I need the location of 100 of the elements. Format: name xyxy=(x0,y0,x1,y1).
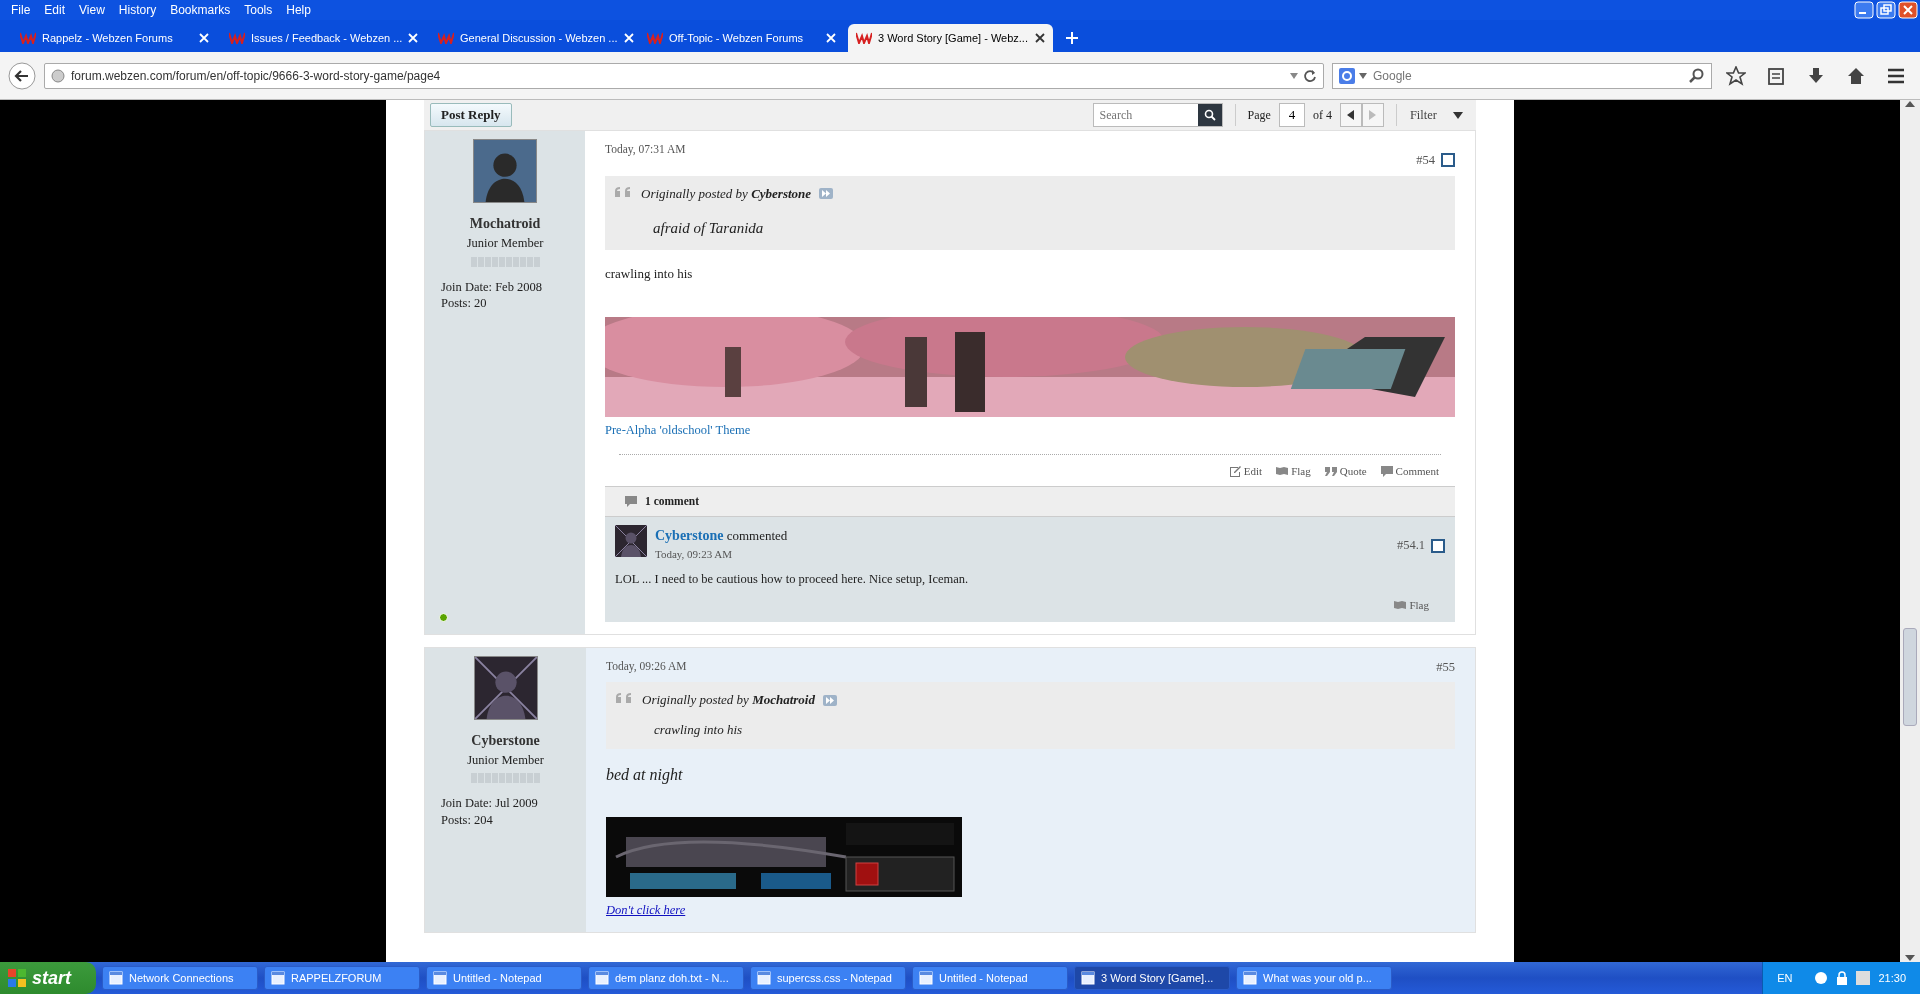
filter-button[interactable]: Filter xyxy=(1408,104,1464,126)
quote-link[interactable]: Quote xyxy=(1324,463,1367,480)
edit-icon xyxy=(1228,465,1241,478)
comment-link[interactable]: Comment xyxy=(1380,463,1439,480)
menu-item[interactable]: Tools xyxy=(237,1,280,19)
post-date: Today, 09:26 AM xyxy=(606,658,687,675)
dropdown-icon xyxy=(1289,71,1299,80)
forum-search-box[interactable]: Search xyxy=(1092,103,1223,127)
window-icon xyxy=(757,971,771,985)
page-number-field[interactable]: 4 xyxy=(1278,103,1305,127)
menu-item[interactable]: File xyxy=(4,1,38,19)
window-icon xyxy=(919,971,933,985)
quote-text: crawling into his xyxy=(654,720,744,739)
flag-icon xyxy=(1394,599,1407,612)
post-number[interactable]: #55 xyxy=(1436,657,1455,677)
comment-verb: commented xyxy=(726,527,788,543)
edit-link[interactable]: Edit xyxy=(1228,463,1263,480)
window-icon xyxy=(109,971,123,985)
search-icon xyxy=(1689,67,1705,84)
minimize-icon[interactable] xyxy=(1854,1,1874,19)
bookmark-star-icon[interactable] xyxy=(1726,65,1746,86)
comment-count: 1 comment xyxy=(645,493,699,509)
menu-item[interactable]: Bookmarks xyxy=(163,1,238,19)
address-field[interactable]: forum.webzen.com/forum/en/off-topic/9666-3-word-story-game/page4 xyxy=(69,65,1285,86)
signature-link[interactable]: Pre-Alpha 'oldschool' Theme xyxy=(605,421,751,440)
window-icon xyxy=(595,971,609,985)
taskbar-button[interactable]: Untitled - Notepad xyxy=(426,966,582,990)
join-date: Join Date: Feb 2008 xyxy=(441,278,544,295)
dropdown-icon xyxy=(1359,72,1367,79)
left-arrow-icon xyxy=(1347,110,1355,120)
previous-page-button[interactable] xyxy=(1339,103,1362,127)
home-icon[interactable] xyxy=(1846,65,1866,86)
author-name[interactable]: Cyberstone xyxy=(471,729,540,751)
right-arrow-icon xyxy=(1369,110,1377,120)
window-icon xyxy=(433,971,447,985)
comment-icon xyxy=(625,495,637,508)
post-reply-button[interactable]: Post Reply xyxy=(430,103,512,127)
flag-link[interactable]: Flag xyxy=(1276,463,1311,480)
close-icon[interactable] xyxy=(1035,33,1045,43)
quote-attribution: Originally posted by Cyberstone xyxy=(641,184,812,203)
flag-link[interactable]: Flag xyxy=(1394,597,1429,614)
post-text: crawling into his xyxy=(605,264,694,283)
comment-number[interactable]: #54.1 xyxy=(1396,536,1425,555)
w-logo-icon xyxy=(438,32,454,44)
taskbar-button[interactable]: supercss.css - Notepad xyxy=(750,966,906,990)
menu-item[interactable]: View xyxy=(72,1,112,19)
comment-text: LOL ... I need to be cautious how to proceed here. Nice setup, Iceman. xyxy=(615,571,970,589)
address-bar[interactable]: forum.webzen.com/forum/en/off-topic/9666-3-word-story-game/page4 xyxy=(44,62,1324,89)
menu-item[interactable]: History xyxy=(111,1,164,19)
search-icon[interactable] xyxy=(1203,109,1216,121)
quote-icon xyxy=(1324,465,1337,478)
taskbar-button[interactable]: RAPPELZFORUM xyxy=(264,966,420,990)
flag-icon xyxy=(1276,465,1289,478)
w-logo-icon xyxy=(856,32,872,44)
taskbar-button[interactable]: dem planz doh.txt - N... xyxy=(588,966,744,990)
comment-date: Today, 09:23 AM xyxy=(655,546,734,562)
w-logo-icon xyxy=(647,32,663,44)
browser-tab[interactable]: Rappelz - Webzen Forums xyxy=(12,24,217,52)
caret-icon xyxy=(1453,111,1463,119)
author-rank: Junior Member xyxy=(466,235,544,252)
window-icon xyxy=(1243,971,1257,985)
restore-icon[interactable] xyxy=(1876,1,1896,19)
taskbar-button[interactable]: Untitled - Notepad xyxy=(912,966,1068,990)
menu-item[interactable]: Help xyxy=(279,1,318,19)
windows-logo-icon xyxy=(8,969,26,987)
start-button[interactable]: start xyxy=(0,962,96,994)
join-date: Join Date: Jul 2009 xyxy=(441,795,539,812)
signature-link[interactable]: Don't click here xyxy=(606,901,686,920)
taskbar-button[interactable]: 3 Word Story [Game]... xyxy=(1074,966,1230,990)
post-number[interactable]: #54 xyxy=(1416,151,1435,170)
clipboard-icon[interactable] xyxy=(1766,65,1786,86)
clock: 21:30 xyxy=(1878,970,1906,986)
taskbar-button[interactable]: Network Connections xyxy=(102,966,258,990)
author-name[interactable]: Mochatroid xyxy=(469,213,541,234)
select-checkbox[interactable] xyxy=(1441,153,1455,168)
lock-icon[interactable] xyxy=(1836,971,1849,985)
browser-tab[interactable]: Issues / Feedback - Webzen ... xyxy=(221,24,426,52)
select-checkbox[interactable] xyxy=(1431,538,1445,553)
commenter-name[interactable]: Cyberstone xyxy=(655,527,724,543)
quote-text: afraid of Taranida xyxy=(653,219,765,239)
scrollbar-thumb[interactable] xyxy=(1903,628,1917,726)
post-count: Posts: 20 xyxy=(441,295,488,312)
browser-tab[interactable]: Off-Topic - Webzen Forums xyxy=(639,24,844,52)
window-icon xyxy=(271,971,285,985)
w-logo-icon xyxy=(229,32,245,44)
quote-attribution: Originally posted by Mochatroid xyxy=(642,691,815,710)
menu-item[interactable]: Edit xyxy=(37,1,73,19)
new-tab-icon[interactable] xyxy=(1065,31,1079,45)
browser-tab[interactable]: 3 Word Story [Game] - Webz... xyxy=(848,24,1053,52)
language-indicator[interactable]: EN xyxy=(1777,969,1793,987)
avatar xyxy=(615,524,647,557)
page-total: of 4 xyxy=(1312,107,1332,124)
back-icon[interactable] xyxy=(8,61,36,90)
taskbar-button[interactable]: What was your old p... xyxy=(1236,966,1392,990)
avatar xyxy=(473,139,537,203)
browser-tab[interactable]: General Discussion - Webzen ... xyxy=(430,24,635,52)
reload-icon xyxy=(1303,68,1317,83)
web-search-box[interactable]: Google xyxy=(1332,62,1712,89)
post-text: bed at night xyxy=(606,765,684,786)
web-search-field[interactable]: Google xyxy=(1371,65,1685,86)
